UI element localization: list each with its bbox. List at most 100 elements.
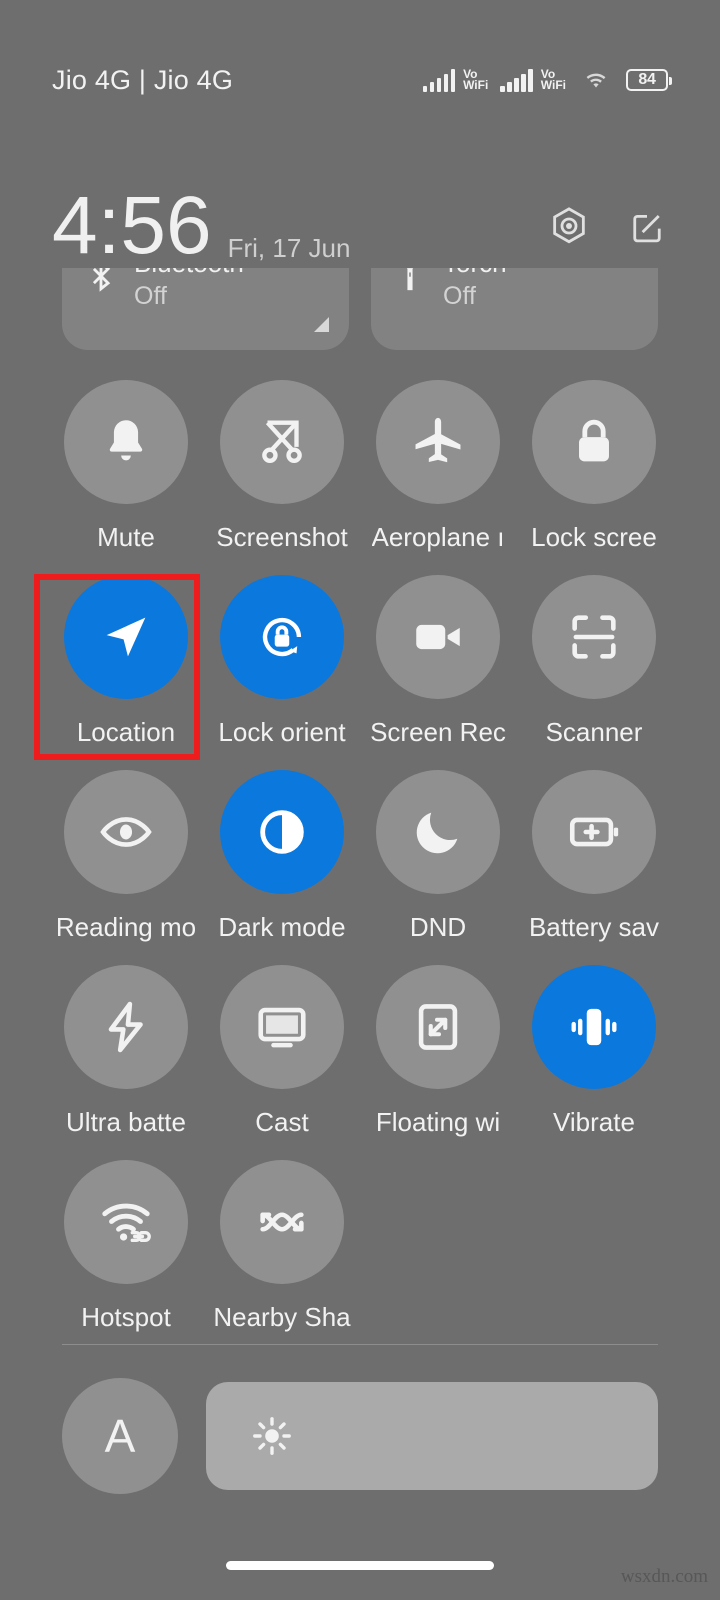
battery-plus-icon (569, 817, 619, 847)
battery-level: 84 (638, 71, 656, 88)
tile-circle[interactable] (376, 380, 500, 504)
tile-dnd[interactable]: DND (360, 770, 516, 965)
card-torch[interactable]: Torch Off (371, 268, 658, 350)
card-state: Off (134, 282, 167, 310)
tile-aeroplane-mode[interactable]: Aeroplane ı (360, 380, 516, 575)
tile-nearby-share[interactable]: Nearby Sha (204, 1160, 360, 1355)
lightning-icon (108, 1001, 143, 1053)
monitor-icon (258, 1007, 306, 1048)
signal-bars-icon-2 (500, 68, 533, 92)
tile-label: Dark mode (218, 912, 346, 942)
battery-icon: 84 (626, 69, 672, 91)
tile-circle[interactable] (376, 575, 500, 699)
tile-circle[interactable] (220, 770, 344, 894)
status-bar: Jio 4G | Jio 4G Vo WiFi Vo WiFi 84 (0, 0, 720, 160)
tile-screen-recorder[interactable]: Screen Rec (360, 575, 516, 770)
auto-brightness-button[interactable]: A (62, 1378, 178, 1494)
video-camera-icon (416, 624, 460, 650)
torch-icon (406, 268, 414, 291)
brightness-sun-icon (253, 1417, 291, 1455)
quick-settings-panel: Jio 4G | Jio 4G Vo WiFi Vo WiFi 84 4:56 (0, 0, 720, 1600)
tile-label: Location (76, 717, 176, 747)
tile-label: Lock scree (531, 522, 657, 552)
tile-vibrate[interactable]: Vibrate (516, 965, 672, 1160)
tile-label: Cast (255, 1107, 309, 1137)
tile-battery-saver[interactable]: Battery sav (516, 770, 672, 965)
edit-pencil-icon[interactable] (626, 205, 668, 247)
hotspot-icon (102, 1203, 151, 1243)
clock-row: 4:56 Fri, 17 Jun (0, 178, 720, 274)
tile-label: Reading mo (55, 912, 197, 942)
tile-label: Mute (97, 522, 155, 552)
clock-time: 4:56 (52, 180, 212, 271)
padlock-icon (579, 419, 609, 462)
tile-label: Aeroplane ı (371, 522, 505, 552)
tile-label: DND (409, 912, 467, 942)
tile-label: Nearby Sha (213, 1302, 351, 1332)
tile-circle[interactable] (376, 770, 500, 894)
clock-actions (548, 205, 668, 247)
tile-label: Floating wi (375, 1107, 501, 1137)
tile-circle[interactable] (532, 575, 656, 699)
tile-circle[interactable] (220, 965, 344, 1089)
bell-icon (109, 420, 143, 461)
moon-icon (416, 812, 458, 854)
tile-label: Battery sav (528, 912, 660, 942)
tile-reading-mode[interactable]: Reading mo (48, 770, 204, 965)
location-arrow-icon (106, 617, 146, 657)
carrier-label: Jio 4G | Jio 4G (52, 64, 234, 95)
vowifi-bottom-1: WiFi (463, 78, 489, 92)
status-icons: Vo WiFi Vo WiFi 84 (422, 68, 672, 92)
tile-label: Vibrate (553, 1107, 635, 1137)
tile-circle[interactable] (64, 965, 188, 1089)
expanded-tile-cards: Bluetooth Off Torch Off (0, 268, 720, 350)
tile-mute[interactable]: Mute (48, 380, 204, 575)
tile-screenshot[interactable]: Screenshot (204, 380, 360, 575)
tile-cast[interactable]: Cast (204, 965, 360, 1160)
eye-icon (100, 817, 152, 847)
tile-label: Ultra batte (66, 1107, 186, 1137)
tile-floating-windows[interactable]: Floating wi (360, 965, 516, 1160)
home-indicator[interactable] (226, 1561, 494, 1570)
tile-circle[interactable] (64, 770, 188, 894)
screenshot-icon (262, 420, 302, 464)
vibrate-icon (571, 1008, 617, 1046)
lock-rotation-icon (262, 617, 302, 657)
tile-circle[interactable] (532, 965, 656, 1089)
tile-label: Screenshot (216, 522, 348, 552)
tile-circle[interactable] (220, 1160, 344, 1284)
tile-hotspot[interactable]: Hotspot (48, 1160, 204, 1355)
card-title: Bluetooth (134, 268, 244, 279)
tile-label: Hotspot (81, 1302, 171, 1332)
tile-circle[interactable] (376, 965, 500, 1089)
tile-lock-orientation[interactable]: Lock orient (204, 575, 360, 770)
tile-label: Lock orient (218, 717, 346, 747)
card-bluetooth[interactable]: Bluetooth Off (62, 268, 349, 350)
section-divider (62, 1344, 658, 1345)
brightness-row: A (0, 1378, 720, 1494)
settings-hexagon-icon[interactable] (548, 205, 590, 247)
contrast-icon (260, 810, 304, 854)
tile-circle[interactable] (64, 380, 188, 504)
tile-circle[interactable] (64, 1160, 188, 1284)
tile-circle[interactable] (64, 575, 188, 699)
tile-scanner[interactable]: Scanner (516, 575, 672, 770)
tile-lock-screen[interactable]: Lock scree (516, 380, 672, 575)
tile-circle[interactable] (220, 575, 344, 699)
card-title: Torch (443, 268, 507, 279)
tile-dark-mode[interactable]: Dark mode (204, 770, 360, 965)
signal-bars-icon (422, 68, 456, 92)
tile-grid: Mute Screenshot Aeroplane ı Lock scree L… (0, 380, 720, 1355)
tile-label: Screen Rec (370, 717, 506, 747)
expand-corner-icon[interactable] (314, 317, 329, 332)
aeroplane-icon (415, 417, 461, 463)
clock-date: Fri, 17 Jun (227, 233, 351, 263)
brightness-slider[interactable] (206, 1382, 658, 1490)
tile-circle[interactable] (532, 770, 656, 894)
tile-location[interactable]: Location (48, 575, 204, 770)
tile-circle[interactable] (220, 380, 344, 504)
tile-ultra-battery-saver[interactable]: Ultra batte (48, 965, 204, 1160)
tile-circle[interactable] (532, 380, 656, 504)
watermark: wsxdn.com (620, 1566, 708, 1587)
nearby-share-icon (260, 1212, 304, 1232)
